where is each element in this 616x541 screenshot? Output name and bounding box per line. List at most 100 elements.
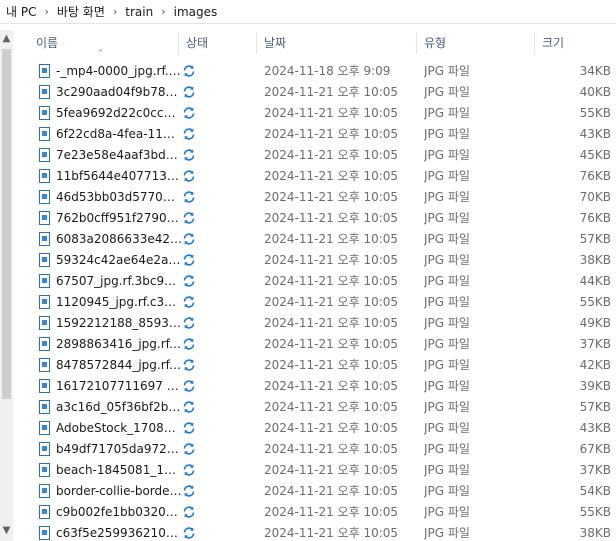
- file-row[interactable]: 46d53bb03d57709… 2024-11-21 오후 10:05 JPG 파…: [14, 187, 616, 208]
- file-name[interactable]: 1592212188_8593…: [56, 313, 182, 334]
- sync-pending-icon: [183, 527, 195, 539]
- sync-pending-icon: [183, 296, 195, 308]
- file-name[interactable]: 6083a2086633e42…: [56, 229, 182, 250]
- file-type: JPG 파일: [424, 190, 470, 204]
- file-row[interactable]: b49df71705da972… 2024-11-21 오후 10:05 JPG 파…: [14, 439, 616, 460]
- file-row[interactable]: 2898863416_jpg.rf.… 2024-11-21 오후 10:05 JP…: [14, 334, 616, 355]
- file-type: JPG 파일: [424, 169, 470, 183]
- sync-pending-icon: [183, 359, 195, 371]
- file-date: 2024-11-21 오후 10:05: [264, 190, 399, 204]
- file-date: 2024-11-21 오후 10:05: [264, 484, 399, 498]
- file-row[interactable]: border-collie-borde… 2024-11-21 오후 10:05 J…: [14, 481, 616, 502]
- jpg-file-icon: [39, 421, 50, 435]
- file-date: 2024-11-21 오후 10:05: [264, 463, 399, 477]
- file-type: JPG 파일: [424, 379, 470, 393]
- file-row[interactable]: 1592212188_8593… 2024-11-21 오후 10:05 JPG 파…: [14, 313, 616, 334]
- column-header-date[interactable]: 날짜: [256, 30, 416, 56]
- file-date: 2024-11-21 오후 10:05: [264, 358, 399, 372]
- scroll-down-arrow-icon[interactable]: ▼: [0, 522, 13, 539]
- scrollbar-thumb[interactable]: [2, 49, 11, 399]
- file-row[interactable]: 762b0cff951f2790… 2024-11-21 오후 10:05 JPG …: [14, 208, 616, 229]
- file-name[interactable]: border-collie-borde…: [56, 481, 182, 502]
- sync-pending-icon: [183, 86, 195, 98]
- file-row[interactable]: 11bf5644e407713… 2024-11-21 오후 10:05 JPG 파…: [14, 166, 616, 187]
- file-name[interactable]: 6f22cd8a-4fea-11e…: [56, 124, 182, 145]
- vertical-scrollbar[interactable]: ▲ ▼: [0, 30, 13, 541]
- file-type: JPG 파일: [424, 64, 470, 78]
- file-name[interactable]: 1120945_jpg.rf.c34…: [56, 292, 182, 313]
- file-name[interactable]: beach-1845081_12…: [56, 460, 182, 481]
- file-name[interactable]: a3c16d_05f36bf2b…: [56, 397, 182, 418]
- file-row[interactable]: 1120945_jpg.rf.c34… 2024-11-21 오후 10:05 JP…: [14, 292, 616, 313]
- file-name[interactable]: 762b0cff951f2790…: [56, 208, 182, 229]
- file-name[interactable]: c63f5e259936210…: [56, 523, 182, 541]
- file-name[interactable]: AdobeStock_17084…: [56, 418, 182, 439]
- file-date: 2024-11-21 오후 10:05: [264, 253, 399, 267]
- file-date: 2024-11-21 오후 10:05: [264, 442, 399, 456]
- file-size: 40KB: [579, 85, 611, 99]
- file-type: JPG 파일: [424, 421, 470, 435]
- file-row[interactable]: AdobeStock_17084… 2024-11-21 오후 10:05 JPG …: [14, 418, 616, 439]
- file-name[interactable]: 67507_jpg.rf.3bc9c…: [56, 271, 182, 292]
- file-row[interactable]: 7e23e58e4aaf3bd4… 2024-11-21 오후 10:05 JPG …: [14, 145, 616, 166]
- file-date: 2024-11-21 오후 10:05: [264, 169, 399, 183]
- sync-pending-icon: [183, 170, 195, 182]
- file-type: JPG 파일: [424, 400, 470, 414]
- file-name[interactable]: 5fea9692d22c0cc3…: [56, 103, 182, 124]
- breadcrumb-item-this-pc[interactable]: 내 PC: [4, 3, 38, 20]
- file-row[interactable]: 59324c42ae64e2a… 2024-11-21 오후 10:05 JPG 파…: [14, 250, 616, 271]
- file-date: 2024-11-18 오후 9:09: [264, 64, 391, 78]
- file-type: JPG 파일: [424, 337, 470, 351]
- file-row[interactable]: 5fea9692d22c0cc3… 2024-11-21 오후 10:05 JPG …: [14, 103, 616, 124]
- file-name[interactable]: c9b002fe1bb0320…: [56, 502, 182, 523]
- file-date: 2024-11-21 오후 10:05: [264, 232, 399, 246]
- file-type: JPG 파일: [424, 148, 470, 162]
- file-row[interactable]: 16172107711697 7… 2024-11-21 오후 10:05 JPG …: [14, 376, 616, 397]
- file-row[interactable]: a3c16d_05f36bf2b… 2024-11-21 오후 10:05 JPG …: [14, 397, 616, 418]
- column-header-status[interactable]: 상태: [178, 30, 258, 56]
- file-name[interactable]: 11bf5644e407713…: [56, 166, 182, 187]
- file-name[interactable]: 59324c42ae64e2a…: [56, 250, 182, 271]
- column-header-name[interactable]: 이름: [28, 30, 178, 56]
- sync-pending-icon: [183, 485, 195, 497]
- jpg-file-icon: [39, 526, 50, 540]
- file-name[interactable]: 2898863416_jpg.rf.…: [56, 334, 182, 355]
- scroll-up-arrow-icon[interactable]: ▲: [0, 30, 13, 47]
- column-header-size[interactable]: 크기: [534, 30, 616, 56]
- sync-pending-icon: [183, 191, 195, 203]
- file-name[interactable]: 8478572844_jpg.rf.…: [56, 355, 182, 376]
- file-row[interactable]: c63f5e259936210… 2024-11-21 오후 10:05 JPG 파…: [14, 523, 616, 541]
- file-row[interactable]: 3c290aad04f9b78… 2024-11-21 오후 10:05 JPG 파…: [14, 82, 616, 103]
- file-name[interactable]: 7e23e58e4aaf3bd4…: [56, 145, 182, 166]
- chevron-right-icon[interactable]: ›: [38, 5, 54, 18]
- file-name[interactable]: 46d53bb03d57709…: [56, 187, 182, 208]
- jpg-file-icon: [39, 316, 50, 330]
- chevron-right-icon[interactable]: ›: [155, 5, 171, 18]
- file-row[interactable]: 6f22cd8a-4fea-11e… 2024-11-21 오후 10:05 JPG…: [14, 124, 616, 145]
- column-header-type[interactable]: 유형: [416, 30, 536, 56]
- file-name[interactable]: 3c290aad04f9b78…: [56, 82, 182, 103]
- file-row[interactable]: c9b002fe1bb0320… 2024-11-21 오후 10:05 JPG 파…: [14, 502, 616, 523]
- file-list: -_mp4-0000_jpg.rf.… 2024-11-18 오후 9:09 JPG…: [14, 61, 616, 541]
- sync-pending-icon: [183, 338, 195, 350]
- sync-pending-icon: [183, 422, 195, 434]
- jpg-file-icon: [39, 337, 50, 351]
- chevron-right-icon[interactable]: ›: [107, 5, 123, 18]
- file-size: 42KB: [579, 358, 611, 372]
- file-row[interactable]: 6083a2086633e42… 2024-11-21 오후 10:05 JPG 파…: [14, 229, 616, 250]
- file-row[interactable]: 67507_jpg.rf.3bc9c… 2024-11-21 오후 10:05 JP…: [14, 271, 616, 292]
- file-name[interactable]: b49df71705da972…: [56, 439, 182, 460]
- file-size: 76KB: [579, 169, 611, 183]
- breadcrumb-item-images[interactable]: images: [172, 5, 220, 19]
- file-size: 55KB: [579, 106, 611, 120]
- file-type: JPG 파일: [424, 484, 470, 498]
- file-name[interactable]: -_mp4-0000_jpg.rf.…: [56, 61, 182, 82]
- file-size: 37KB: [579, 337, 611, 351]
- file-row[interactable]: 8478572844_jpg.rf.… 2024-11-21 오후 10:05 JP…: [14, 355, 616, 376]
- breadcrumb-item-train[interactable]: train: [123, 5, 155, 19]
- file-name[interactable]: 16172107711697 7…: [56, 376, 182, 397]
- breadcrumb-item-desktop[interactable]: 바탕 화면: [55, 3, 107, 20]
- file-row[interactable]: beach-1845081_12… 2024-11-21 오후 10:05 JPG …: [14, 460, 616, 481]
- jpg-file-icon: [39, 148, 50, 162]
- file-row[interactable]: -_mp4-0000_jpg.rf.… 2024-11-18 오후 9:09 JPG…: [14, 61, 616, 82]
